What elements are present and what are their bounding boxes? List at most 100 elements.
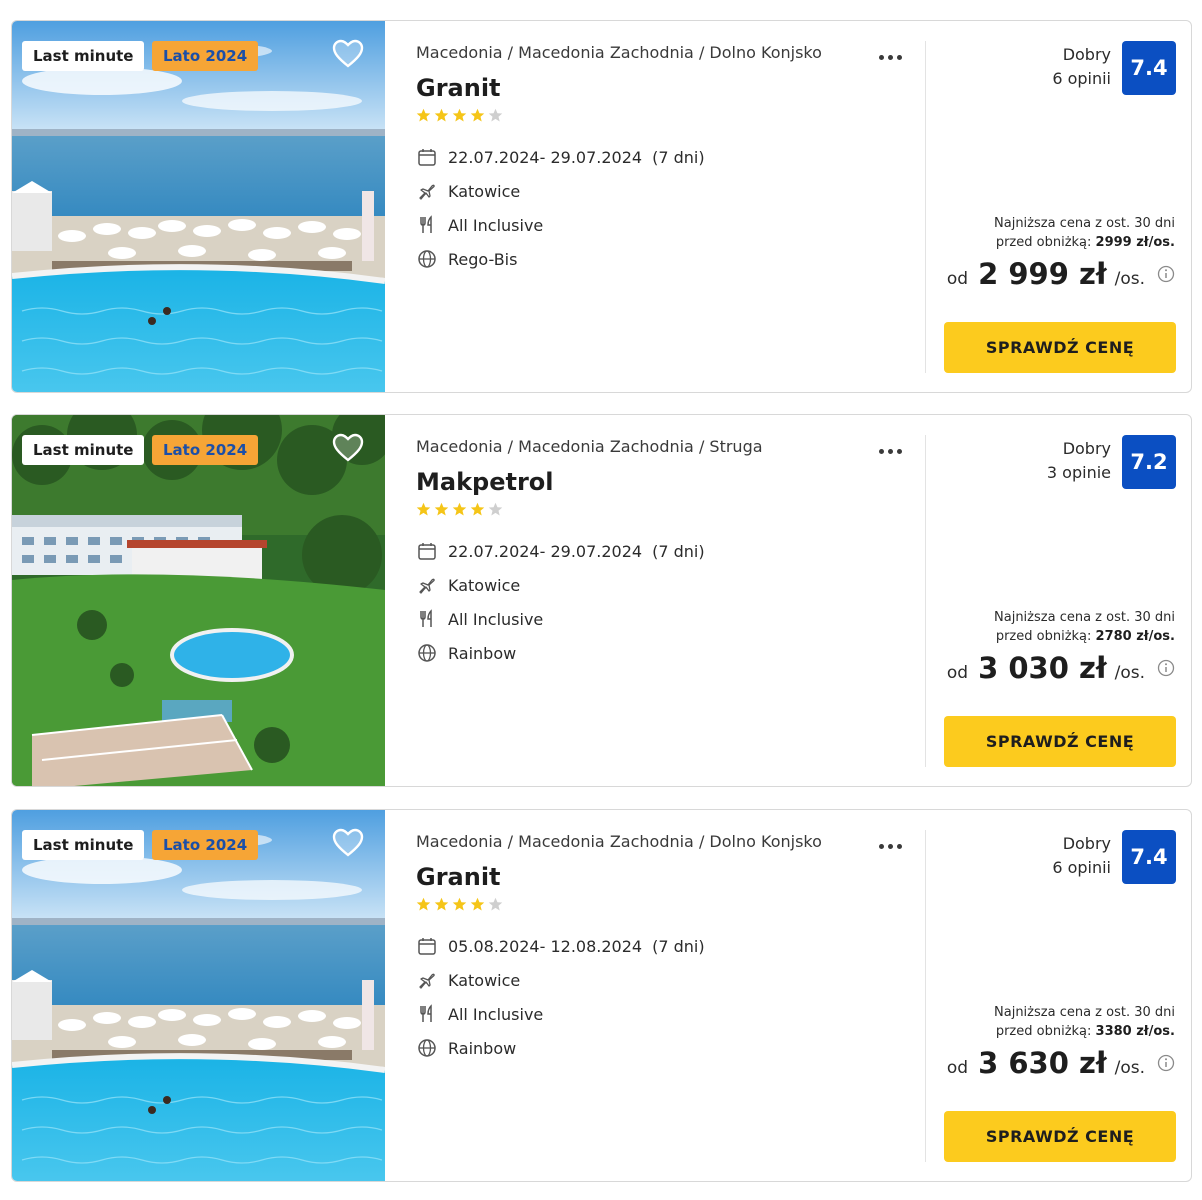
price-suffix: /os.	[1114, 269, 1145, 289]
calendar-icon	[416, 146, 438, 168]
info-icon[interactable]	[1157, 265, 1175, 283]
board-row: All Inclusive	[416, 602, 916, 636]
star-icon	[434, 897, 449, 911]
divider	[925, 41, 926, 373]
price-suffix: /os.	[1114, 1058, 1145, 1078]
departure-text: Katowice	[448, 575, 521, 595]
departure-text: Katowice	[448, 970, 521, 990]
rating-summary[interactable]: Dobry 6 opinii	[1052, 832, 1111, 880]
price-row: od 3 630 zł /os.	[947, 1046, 1175, 1080]
rating-summary[interactable]: Dobry 6 opinii	[1052, 43, 1111, 91]
offer-card[interactable]: Last minute Lato 2024 Macedonia / Macedo…	[11, 414, 1192, 787]
globe-icon	[416, 642, 438, 664]
offer-info: Macedonia / Macedonia Zachodnia / Dolno …	[416, 43, 916, 276]
board-row: All Inclusive	[416, 208, 916, 242]
offer-card[interactable]: Last minute Lato 2024 Macedonia / Macedo…	[11, 809, 1192, 1182]
hotel-name[interactable]: Makpetrol	[416, 468, 916, 496]
star-icon	[470, 502, 485, 516]
last-minute-badge: Last minute	[22, 41, 145, 71]
dates-row: 22.07.2024- 29.07.2024 (7 dni)	[416, 534, 916, 568]
heart-icon[interactable]	[332, 433, 364, 463]
star-rating	[416, 502, 916, 520]
lowest-price-line: Najniższa cena z ost. 30 dni	[994, 1005, 1175, 1020]
lowest-price-line: Najniższa cena z ost. 30 dni	[994, 610, 1175, 625]
price-prefix: od	[946, 269, 969, 289]
info-icon[interactable]	[1157, 1054, 1175, 1072]
hotel-name[interactable]: Granit	[416, 74, 916, 102]
heart-icon[interactable]	[332, 39, 364, 69]
star-icon	[416, 897, 431, 911]
offer-card[interactable]: Last minute Lato 2024 Macedonia / Macedo…	[11, 20, 1192, 393]
price-amount: 2 999 zł	[978, 257, 1107, 291]
offer-info: Macedonia / Macedonia Zachodnia / Struga…	[416, 437, 916, 670]
star-icon	[488, 108, 503, 122]
dates-row: 22.07.2024- 29.07.2024 (7 dni)	[416, 140, 916, 174]
more-options-icon[interactable]	[874, 445, 906, 457]
price-prefix: od	[946, 663, 969, 683]
departure-row: Katowice	[416, 963, 916, 997]
hotel-name[interactable]: Granit	[416, 863, 916, 891]
divider	[925, 830, 926, 1162]
lowest-price-note: Najniższa cena z ost. 30 dni przed obniż…	[994, 1003, 1175, 1041]
lowest-price-value: 3380 zł/os.	[1095, 1024, 1175, 1039]
plane-icon	[416, 180, 438, 202]
operator-row: Rainbow	[416, 1031, 916, 1065]
board-text: All Inclusive	[448, 215, 544, 235]
star-rating	[416, 897, 916, 915]
reviews-count[interactable]: 6 opinii	[1052, 67, 1111, 91]
divider	[925, 435, 926, 767]
rating-label: Dobry	[1062, 834, 1111, 853]
hotel-photo[interactable]	[12, 21, 385, 392]
lowest-price-prefix: przed obniżką:	[995, 629, 1096, 644]
dates-text: 05.08.2024- 12.08.2024	[448, 936, 643, 956]
reviews-count[interactable]: 3 opinie	[1047, 461, 1111, 485]
check-price-button[interactable]: SPRAWDŹ CENĘ	[944, 1111, 1176, 1162]
price-suffix: /os.	[1114, 663, 1145, 683]
more-options-icon[interactable]	[874, 51, 906, 63]
more-options-icon[interactable]	[874, 840, 906, 852]
rating-summary[interactable]: Dobry 3 opinie	[1047, 437, 1111, 485]
cutlery-icon	[416, 1003, 438, 1025]
heart-icon[interactable]	[332, 828, 364, 858]
season-badge: Lato 2024	[152, 435, 259, 465]
star-icon	[452, 897, 467, 911]
plane-icon	[416, 574, 438, 596]
star-icon	[470, 897, 485, 911]
hotel-photo[interactable]	[12, 415, 385, 786]
price-row: od 3 030 zł /os.	[947, 651, 1175, 685]
cutlery-icon	[416, 214, 438, 236]
lowest-price-value: 2780 zł/os.	[1095, 629, 1175, 644]
last-minute-badge: Last minute	[22, 830, 145, 860]
star-icon	[470, 108, 485, 122]
board-text: All Inclusive	[448, 609, 544, 629]
globe-icon	[416, 248, 438, 270]
lowest-price-note: Najniższa cena z ost. 30 dni przed obniż…	[994, 214, 1175, 252]
offer-info: Macedonia / Macedonia Zachodnia / Dolno …	[416, 832, 916, 1065]
breadcrumb[interactable]: Macedonia / Macedonia Zachodnia / Struga	[416, 437, 916, 456]
operator-row: Rego-Bis	[416, 242, 916, 276]
board-text: All Inclusive	[448, 1004, 544, 1024]
star-icon	[452, 502, 467, 516]
breadcrumb[interactable]: Macedonia / Macedonia Zachodnia / Dolno …	[416, 832, 916, 851]
hotel-photo[interactable]	[12, 810, 385, 1181]
star-icon	[488, 897, 503, 911]
star-icon	[416, 502, 431, 516]
reviews-count[interactable]: 6 opinii	[1052, 856, 1111, 880]
globe-icon	[416, 1037, 438, 1059]
info-icon[interactable]	[1157, 659, 1175, 677]
lowest-price-note: Najniższa cena z ost. 30 dni przed obniż…	[994, 608, 1175, 646]
plane-icon	[416, 969, 438, 991]
breadcrumb[interactable]: Macedonia / Macedonia Zachodnia / Dolno …	[416, 43, 916, 62]
star-rating	[416, 108, 916, 126]
check-price-button[interactable]: SPRAWDŹ CENĘ	[944, 322, 1176, 373]
lowest-price-prefix: przed obniżką:	[995, 235, 1096, 250]
operator-text: Rainbow	[448, 1038, 517, 1058]
star-icon	[416, 108, 431, 122]
check-price-button[interactable]: SPRAWDŹ CENĘ	[944, 716, 1176, 767]
calendar-icon	[416, 540, 438, 562]
rating-score: 7.4	[1122, 41, 1176, 95]
cutlery-icon	[416, 608, 438, 630]
lowest-price-value: 2999 zł/os.	[1095, 235, 1175, 250]
price-amount: 3 030 zł	[978, 651, 1107, 685]
operator-text: Rego-Bis	[448, 249, 518, 269]
